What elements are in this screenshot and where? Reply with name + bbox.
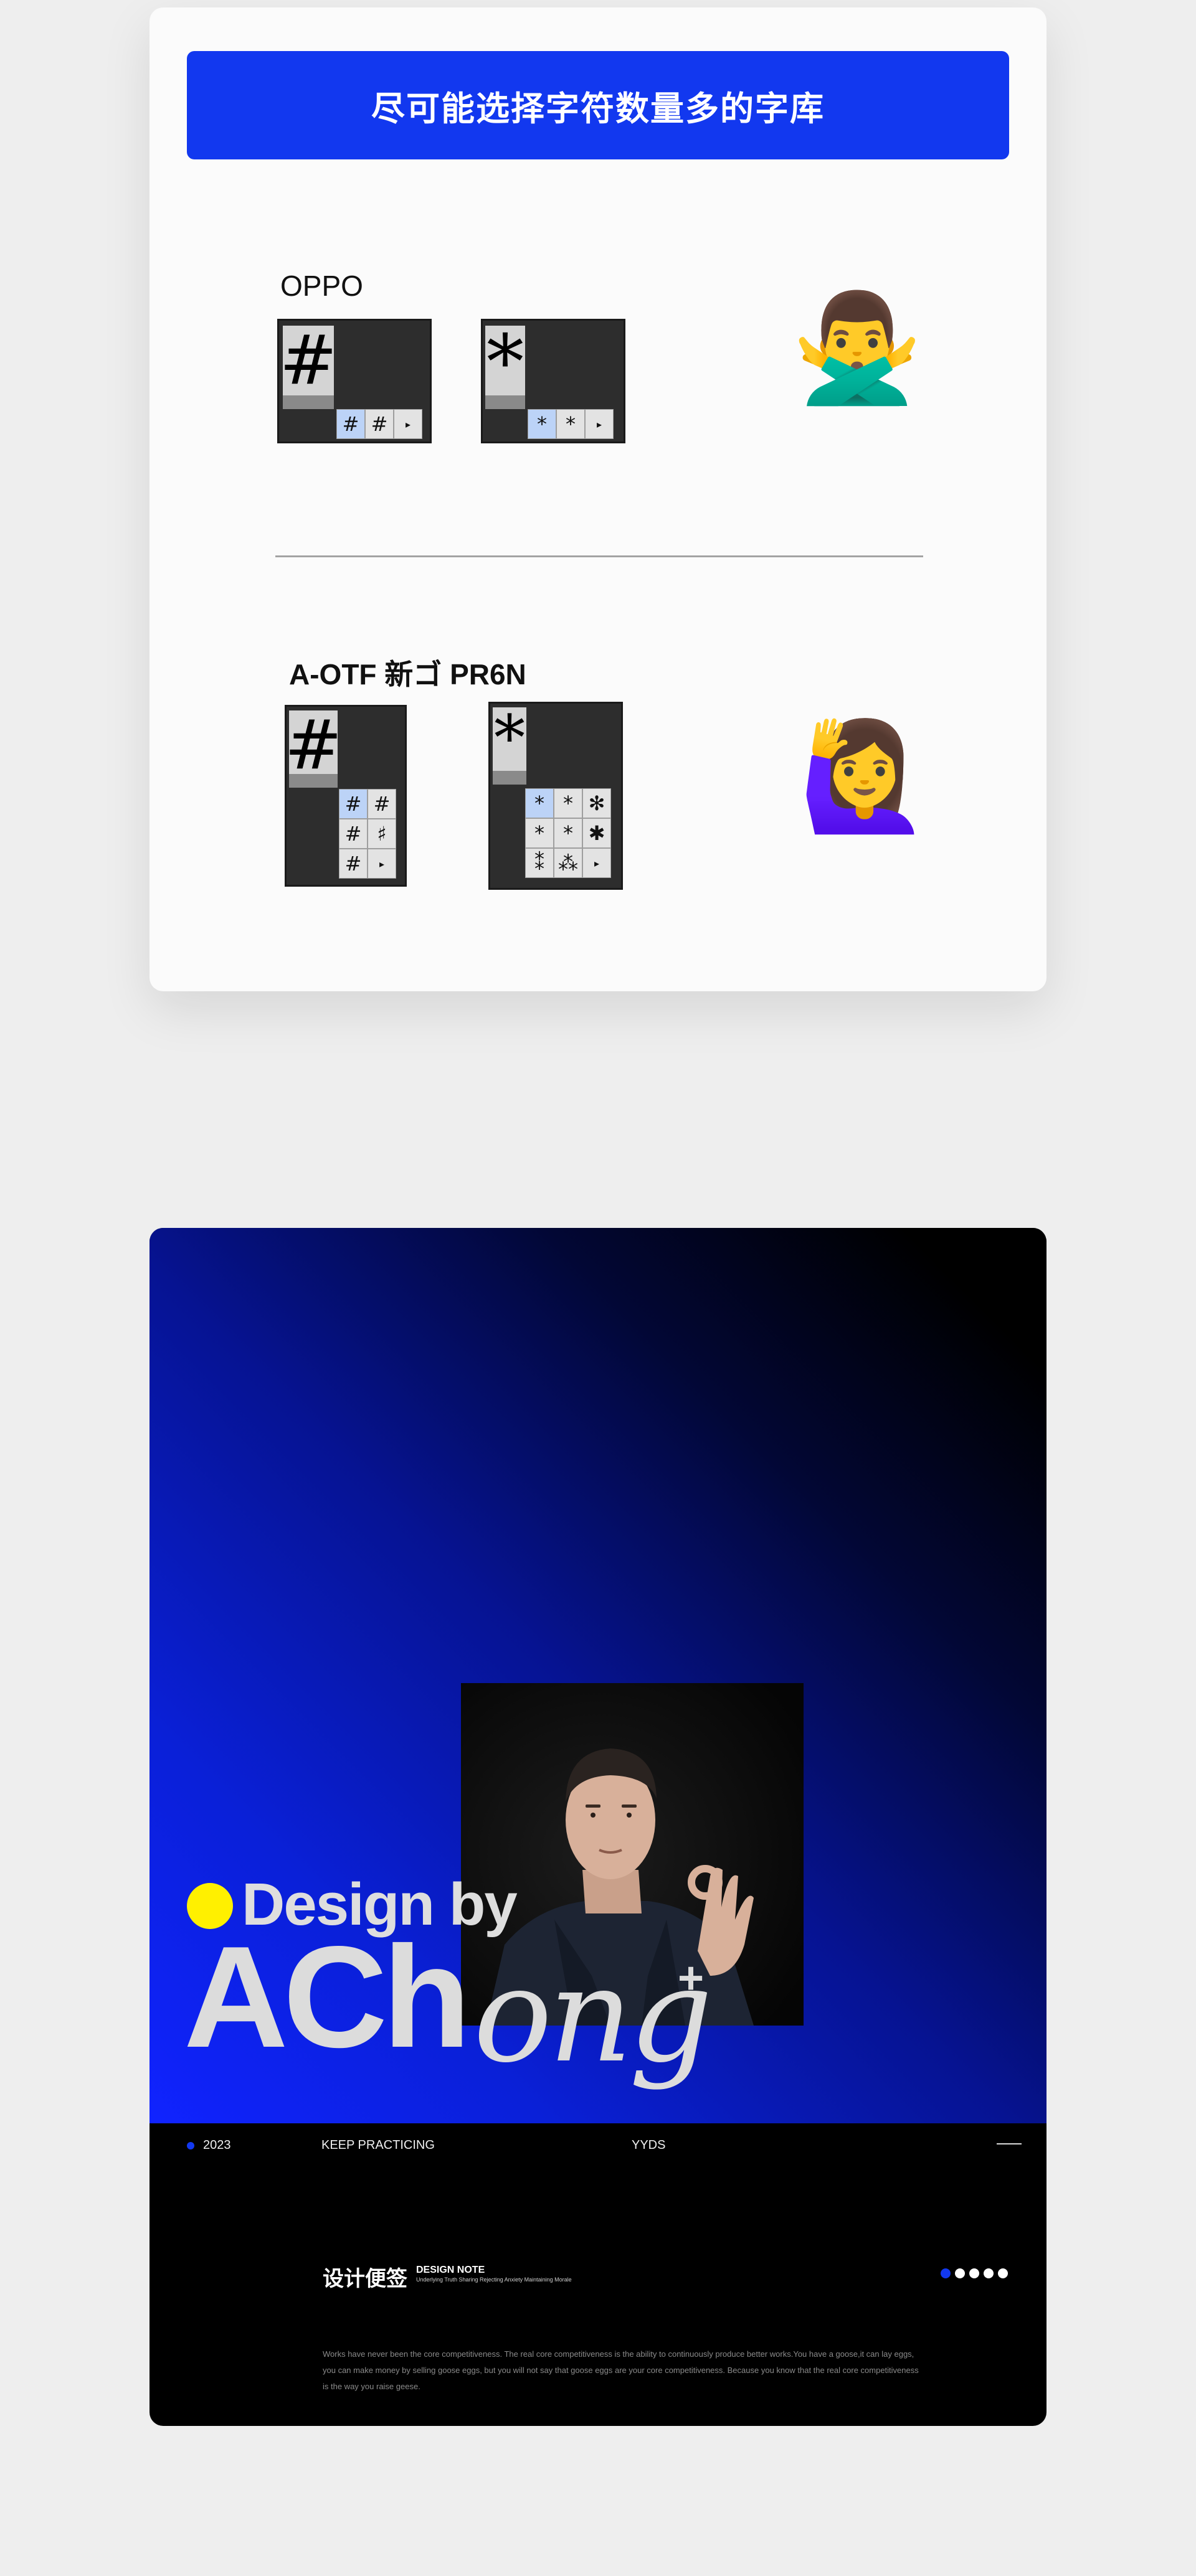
note-title-en: DESIGN NOTE bbox=[416, 2265, 485, 2275]
glyph-cell[interactable]: # bbox=[339, 849, 368, 879]
design-note-card: Design by ACh ong + 2023 KEEP PRACTICING… bbox=[150, 1228, 1046, 2426]
expand-arrow-icon[interactable]: ▸ bbox=[368, 849, 396, 879]
expand-arrow-icon[interactable]: ▸ bbox=[394, 409, 422, 439]
brand-plus-mark: + bbox=[678, 1953, 705, 2003]
glyph-cell[interactable]: * bbox=[556, 409, 585, 439]
note-title-cn: 设计便签 bbox=[323, 2267, 407, 2291]
glyph-preview-hash: # bbox=[289, 710, 338, 788]
pager-dot[interactable] bbox=[955, 2268, 965, 2278]
glyph-cell[interactable]: # bbox=[365, 409, 394, 439]
glyph-cell[interactable]: * bbox=[525, 788, 554, 818]
brand-name-upright: ACh bbox=[184, 1917, 471, 2078]
glyph-cell[interactable]: * bbox=[554, 788, 582, 818]
glyph-cell[interactable]: ♯ bbox=[368, 819, 396, 849]
glyph-panel-hash: # # # # ♯ # ▸ bbox=[285, 705, 407, 887]
footer-tag: YYDS bbox=[632, 2138, 666, 2152]
note-paragraph-line: Works have never been the core competiti… bbox=[323, 2349, 914, 2359]
menu-dash-icon[interactable] bbox=[997, 2143, 1022, 2144]
glyph-preview-hash: # bbox=[283, 326, 334, 409]
expand-arrow-icon[interactable]: ▸ bbox=[582, 848, 611, 878]
footer-year: 2023 bbox=[203, 2138, 231, 2152]
glyph-cell[interactable]: * bbox=[525, 818, 554, 848]
pager-dot[interactable] bbox=[941, 2268, 951, 2278]
section-divider bbox=[275, 555, 923, 557]
font-name-oppo: OPPO bbox=[280, 270, 363, 302]
banner-title: 尽可能选择字符数量多的字库 bbox=[187, 51, 1009, 159]
brand-name-italic: ong bbox=[473, 1939, 713, 2092]
glyph-cell[interactable]: * bbox=[528, 409, 556, 439]
glyph-cell[interactable]: # bbox=[339, 789, 368, 819]
glyph-cell[interactable]: ⁂ bbox=[554, 848, 582, 878]
expand-arrow-icon[interactable]: ▸ bbox=[585, 409, 614, 439]
glyph-panel-asterisk: * * * ▸ bbox=[481, 319, 625, 443]
glyph-cell[interactable]: ⁑ bbox=[525, 848, 554, 878]
glyph-cell[interactable]: * bbox=[554, 818, 582, 848]
glyph-cell[interactable]: # bbox=[368, 789, 396, 819]
note-paragraph: Works have never been the core competiti… bbox=[323, 2346, 1008, 2395]
glyph-cell[interactable]: # bbox=[336, 409, 365, 439]
pager-dot[interactable] bbox=[969, 2268, 979, 2278]
glyph-preview-asterisk: * bbox=[493, 707, 526, 785]
glyph-cell[interactable]: ✻ bbox=[582, 788, 611, 818]
person-gesturing-no-icon: 🙅‍♂️ bbox=[791, 289, 923, 407]
pager-dot[interactable] bbox=[998, 2268, 1008, 2278]
font-comparison-card: 尽可能选择字符数量多的字库 OPPO # # # ▸ * * * ▸ 🙅‍♂️ … bbox=[150, 7, 1046, 991]
glyph-cell[interactable]: ✱ bbox=[582, 818, 611, 848]
glyph-panel-hash: # # # ▸ bbox=[277, 319, 432, 443]
glyph-cell[interactable]: # bbox=[339, 819, 368, 849]
footer-slogan: KEEP PRACTICING bbox=[321, 2138, 435, 2152]
glyph-preview-asterisk: * bbox=[485, 326, 525, 409]
pager-dot[interactable] bbox=[984, 2268, 994, 2278]
note-paragraph-line: you can make money by selling goose eggs… bbox=[323, 2366, 919, 2375]
glyph-panel-asterisk: * * * ✻ * * ✱ ⁑ ⁂ ▸ bbox=[488, 702, 623, 890]
blue-dot-icon bbox=[187, 2142, 194, 2149]
note-paragraph-line: is the way you raise geese. bbox=[323, 2382, 420, 2391]
note-subtitle: Underlying Truth Sharing Rejecting Anxie… bbox=[416, 2276, 572, 2283]
font-name-aotf: A-OTF 新ゴ PR6N bbox=[289, 658, 526, 691]
person-raising-hand-icon: 🙋‍♀️ bbox=[799, 717, 931, 836]
